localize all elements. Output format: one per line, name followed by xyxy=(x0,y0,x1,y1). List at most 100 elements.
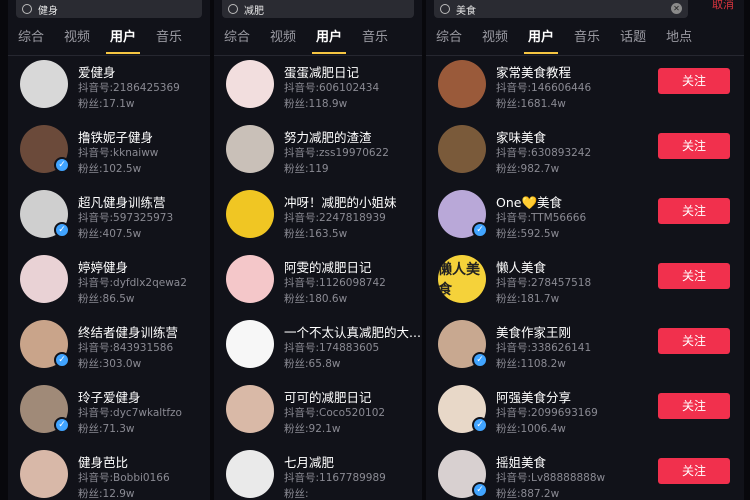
user-row[interactable]: ✓ 摇姐美食 抖音号:Lv88888888w 粉丝:887.2w 关注 xyxy=(426,448,744,500)
tab-location[interactable]: 地点 xyxy=(656,26,702,54)
user-name[interactable]: 爱健身 xyxy=(78,62,116,81)
search-input-text[interactable]: 健身 xyxy=(38,2,58,17)
avatar[interactable] xyxy=(20,450,68,498)
tab-users[interactable]: 用户 xyxy=(306,26,352,54)
user-account-id: 抖音号:2099693169 xyxy=(496,407,598,419)
user-name[interactable]: One💛美食 xyxy=(496,192,562,211)
tab-video[interactable]: 视频 xyxy=(54,26,100,54)
search-bar[interactable]: 减肥 xyxy=(222,0,414,18)
tab-users[interactable]: 用户 xyxy=(518,26,564,54)
cancel-button[interactable]: 取消 xyxy=(712,0,734,18)
user-name[interactable]: 努力减肥的渣渣 xyxy=(284,127,372,146)
avatar[interactable] xyxy=(20,60,68,108)
avatar[interactable]: 懒人美食 xyxy=(438,255,486,303)
avatar[interactable] xyxy=(226,125,274,173)
user-name[interactable]: 家味美食 xyxy=(496,127,546,146)
user-row[interactable]: 七月减肥 抖音号:1167789989 粉丝: xyxy=(214,448,422,500)
avatar[interactable] xyxy=(226,320,274,368)
user-row[interactable]: 家味美食 抖音号:630893242 粉丝:982.7w 关注 xyxy=(426,123,744,189)
user-name[interactable]: 懒人美食 xyxy=(496,257,546,276)
avatar[interactable] xyxy=(226,60,274,108)
user-row[interactable]: 阿雯的减肥日记 抖音号:1126098742 粉丝:180.6w xyxy=(214,253,422,319)
avatar[interactable] xyxy=(438,125,486,173)
tab-topic[interactable]: 话题 xyxy=(610,26,656,54)
user-row[interactable]: ✓ 撸铁妮子健身 抖音号:kknaiww 粉丝:102.5w xyxy=(8,123,210,189)
user-name[interactable]: 终结者健身训练营 xyxy=(78,322,178,341)
user-account-id: 抖音号:174883605 xyxy=(284,342,380,354)
follow-button[interactable]: 关注 xyxy=(658,68,730,94)
tab-users[interactable]: 用户 xyxy=(100,26,146,54)
search-icon xyxy=(22,4,32,14)
user-account-id: 抖音号:597325973 xyxy=(78,212,174,224)
search-input-text[interactable]: 减肥 xyxy=(244,2,264,17)
result-tabs: 综合 视频 用户 音乐 xyxy=(214,26,422,54)
user-row[interactable]: 一个不太认真减肥的大... 抖音号:174883605 粉丝:65.8w xyxy=(214,318,422,384)
avatar[interactable] xyxy=(226,190,274,238)
tab-music[interactable]: 音乐 xyxy=(146,26,192,54)
user-row[interactable]: 家常美食教程 抖音号:146606446 粉丝:1681.4w 关注 xyxy=(426,58,744,124)
tab-music[interactable]: 音乐 xyxy=(352,26,398,54)
user-row[interactable]: ✓ 美食作家王刚 抖音号:338626141 粉丝:1108.2w 关注 xyxy=(426,318,744,384)
avatar[interactable] xyxy=(20,255,68,303)
user-name[interactable]: 阿雯的减肥日记 xyxy=(284,257,372,276)
user-name[interactable]: 家常美食教程 xyxy=(496,62,571,81)
user-row[interactable]: 努力减肥的渣渣 抖音号:zss19970622 粉丝:119 xyxy=(214,123,422,189)
user-row[interactable]: 冲呀！减肥的小姐妹 抖音号:2247818939 粉丝:163.5w xyxy=(214,188,422,254)
clear-icon[interactable]: ✕ xyxy=(671,3,682,14)
follow-button[interactable]: 关注 xyxy=(658,263,730,289)
user-fans-count: 粉丝:1108.2w xyxy=(496,358,566,370)
user-account-id: 抖音号:606102434 xyxy=(284,82,380,94)
search-bar[interactable]: 健身 xyxy=(16,0,202,18)
tab-comprehensive[interactable]: 综合 xyxy=(8,26,54,54)
tab-comprehensive[interactable]: 综合 xyxy=(214,26,260,54)
avatar[interactable] xyxy=(226,450,274,498)
user-row[interactable]: ✓ One💛美食 抖音号:TTM56666 粉丝:592.5w 关注 xyxy=(426,188,744,254)
avatar[interactable] xyxy=(438,60,486,108)
user-account-id: 抖音号:146606446 xyxy=(496,82,592,94)
user-name[interactable]: 可可的减肥日记 xyxy=(284,387,372,406)
user-account-id: 抖音号:2186425369 xyxy=(78,82,180,94)
user-name[interactable]: 健身芭比 xyxy=(78,452,128,471)
user-fans-count: 粉丝:592.5w xyxy=(496,228,560,240)
user-name[interactable]: 超凡健身训练营 xyxy=(78,192,166,211)
avatar[interactable] xyxy=(226,255,274,303)
user-row[interactable]: ✓ 超凡健身训练营 抖音号:597325973 粉丝:407.5w xyxy=(8,188,210,254)
user-name[interactable]: 七月减肥 xyxy=(284,452,334,471)
search-bar[interactable]: 美食 ✕ xyxy=(434,0,688,18)
user-name[interactable]: 蛋蛋减肥日记 xyxy=(284,62,359,81)
follow-button[interactable]: 关注 xyxy=(658,133,730,159)
follow-button[interactable]: 关注 xyxy=(658,458,730,484)
tab-music[interactable]: 音乐 xyxy=(564,26,610,54)
user-row[interactable]: 婷婷健身 抖音号:dyfdlx2qewa2 粉丝:86.5w xyxy=(8,253,210,319)
search-input-text[interactable]: 美食 xyxy=(456,2,476,17)
tab-comprehensive[interactable]: 综合 xyxy=(426,26,472,54)
result-tabs: 综合 视频 用户 音乐 话题 地点 xyxy=(426,26,744,54)
user-name[interactable]: 美食作家王刚 xyxy=(496,322,571,341)
user-account-id: 抖音号:338626141 xyxy=(496,342,592,354)
user-name[interactable]: 阿强美食分享 xyxy=(496,387,571,406)
verified-check-icon: ✓ xyxy=(472,222,488,238)
avatar[interactable] xyxy=(226,385,274,433)
user-row[interactable]: ✓ 阿强美食分享 抖音号:2099693169 粉丝:1006.4w 关注 xyxy=(426,383,744,449)
user-fans-count: 粉丝:982.7w xyxy=(496,163,560,175)
user-row[interactable]: 懒人美食 懒人美食 抖音号:278457518 粉丝:181.7w 关注 xyxy=(426,253,744,319)
tab-video[interactable]: 视频 xyxy=(472,26,518,54)
user-fans-count: 粉丝:65.8w xyxy=(284,358,341,370)
user-row[interactable]: ✓ 终结者健身训练营 抖音号:843931586 粉丝:303.0w xyxy=(8,318,210,384)
user-name[interactable]: 摇姐美食 xyxy=(496,452,546,471)
user-name[interactable]: 玲子爱健身 xyxy=(78,387,141,406)
follow-button[interactable]: 关注 xyxy=(658,328,730,354)
follow-button[interactable]: 关注 xyxy=(658,393,730,419)
follow-button[interactable]: 关注 xyxy=(658,198,730,224)
user-row[interactable]: 爱健身 抖音号:2186425369 粉丝:17.1w xyxy=(8,58,210,124)
user-row[interactable]: 可可的减肥日记 抖音号:Coco520102 粉丝:92.1w xyxy=(214,383,422,449)
user-row[interactable]: ✓ 玲子爱健身 抖音号:dyc7wkaltfzo 粉丝:71.3w xyxy=(8,383,210,449)
verified-check-icon: ✓ xyxy=(54,417,70,433)
user-name[interactable]: 冲呀！减肥的小姐妹 xyxy=(284,192,397,211)
user-name[interactable]: 撸铁妮子健身 xyxy=(78,127,153,146)
user-name[interactable]: 一个不太认真减肥的大... xyxy=(284,322,421,341)
user-row[interactable]: 健身芭比 抖音号:Bobbi0166 粉丝:12.9w xyxy=(8,448,210,500)
user-name[interactable]: 婷婷健身 xyxy=(78,257,128,276)
user-row[interactable]: 蛋蛋减肥日记 抖音号:606102434 粉丝:118.9w xyxy=(214,58,422,124)
tab-video[interactable]: 视频 xyxy=(260,26,306,54)
